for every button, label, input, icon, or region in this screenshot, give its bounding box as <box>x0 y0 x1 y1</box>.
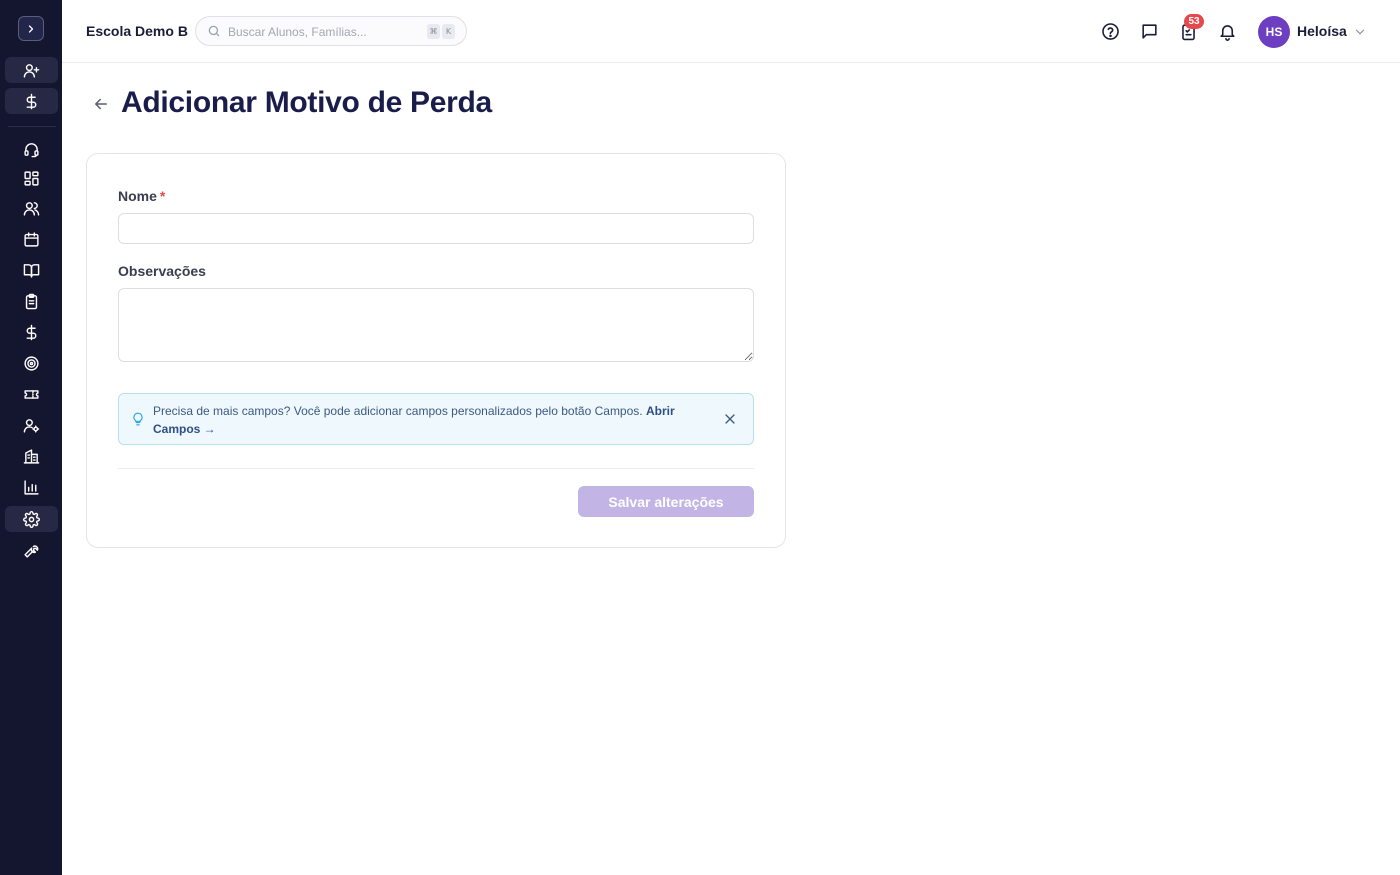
sidebar-item-staff[interactable] <box>5 412 58 438</box>
sidebar-item-add-payment[interactable] <box>5 88 58 114</box>
dollar-icon <box>26 93 37 109</box>
user-name[interactable]: Heloísa <box>1297 23 1347 39</box>
shortcut-key-k: K <box>442 24 455 39</box>
sidebar-item-dashboard[interactable] <box>5 165 58 191</box>
messages-button[interactable] <box>1139 21 1159 41</box>
sidebar-item-goals[interactable] <box>5 350 58 376</box>
sidebar-toggle-button[interactable] <box>18 16 44 41</box>
search-box[interactable]: ⌘ K <box>195 16 467 46</box>
help-circle-icon <box>1101 22 1119 40</box>
sidebar-item-tickets[interactable] <box>5 381 58 407</box>
sidebar-item-tools[interactable] <box>5 537 58 563</box>
close-icon[interactable] <box>722 411 738 427</box>
user-avatar[interactable]: HS <box>1258 16 1290 48</box>
chevron-down-icon[interactable] <box>1353 25 1367 39</box>
sidebar-item-settings[interactable] <box>5 506 58 532</box>
dollar-icon <box>26 324 37 340</box>
page-title: Adicionar Motivo de Perda <box>121 86 492 119</box>
dashboard-icon <box>24 170 39 186</box>
user-plus-icon <box>23 63 40 78</box>
custom-fields-tip: Precisa de mais campos? Você pode adicio… <box>118 393 754 445</box>
name-label: Nome * <box>118 188 165 204</box>
school-name[interactable]: Escola Demo B <box>86 23 188 39</box>
building-icon <box>23 448 40 464</box>
tasks-badge: 53 <box>1184 14 1204 29</box>
back-arrow-icon[interactable] <box>92 95 110 113</box>
sidebar-item-reports[interactable] <box>5 474 58 500</box>
headset-icon <box>24 142 39 157</box>
bar-chart-icon <box>24 479 39 495</box>
form-card: Nome * Observações Precisa de mais campos… <box>86 153 786 548</box>
user-cog-icon <box>23 418 40 433</box>
wrench-icon <box>24 544 39 558</box>
sidebar-item-units[interactable] <box>5 443 58 469</box>
ticket-icon <box>24 389 39 399</box>
tip-text-block: Precisa de mais campos? Você pode adicio… <box>153 402 713 438</box>
required-mark: * <box>159 188 166 204</box>
clipboard-icon <box>25 293 38 309</box>
target-icon <box>24 355 39 371</box>
users-icon <box>23 201 40 216</box>
sidebar-item-calendar[interactable] <box>5 226 58 252</box>
name-label-text: Nome <box>118 188 157 204</box>
help-button[interactable] <box>1100 21 1120 41</box>
name-input[interactable] <box>118 213 754 244</box>
tip-text: Precisa de mais campos? Você pode adicio… <box>153 404 643 418</box>
notifications-button[interactable] <box>1217 21 1237 41</box>
sidebar-item-users[interactable] <box>5 195 58 221</box>
bell-icon <box>1219 24 1235 41</box>
search-icon <box>208 25 220 37</box>
form-divider <box>118 468 754 469</box>
notes-textarea[interactable] <box>118 288 754 362</box>
calendar-icon <box>24 231 39 247</box>
sidebar-divider <box>8 126 56 127</box>
chat-icon <box>1141 23 1157 39</box>
sidebar-item-tasks[interactable] <box>5 288 58 314</box>
sidebar-item-add-student[interactable] <box>5 57 58 83</box>
search-input[interactable] <box>228 23 418 41</box>
save-button[interactable]: Salvar alterações <box>578 486 754 517</box>
gear-icon <box>23 510 40 528</box>
book-icon <box>23 263 40 278</box>
topbar: Escola Demo B ⌘ K 53 HS Heloísa <box>62 0 1400 63</box>
chevron-right-icon <box>28 24 34 33</box>
shortcut-key-cmd: ⌘ <box>427 24 440 39</box>
notes-label: Observações <box>118 263 206 279</box>
lightbulb-icon <box>133 412 143 426</box>
sidebar-item-courses[interactable] <box>5 257 58 283</box>
sidebar-item-support[interactable] <box>5 136 58 162</box>
sidebar-item-finance[interactable] <box>5 319 58 345</box>
sidebar <box>0 0 62 875</box>
